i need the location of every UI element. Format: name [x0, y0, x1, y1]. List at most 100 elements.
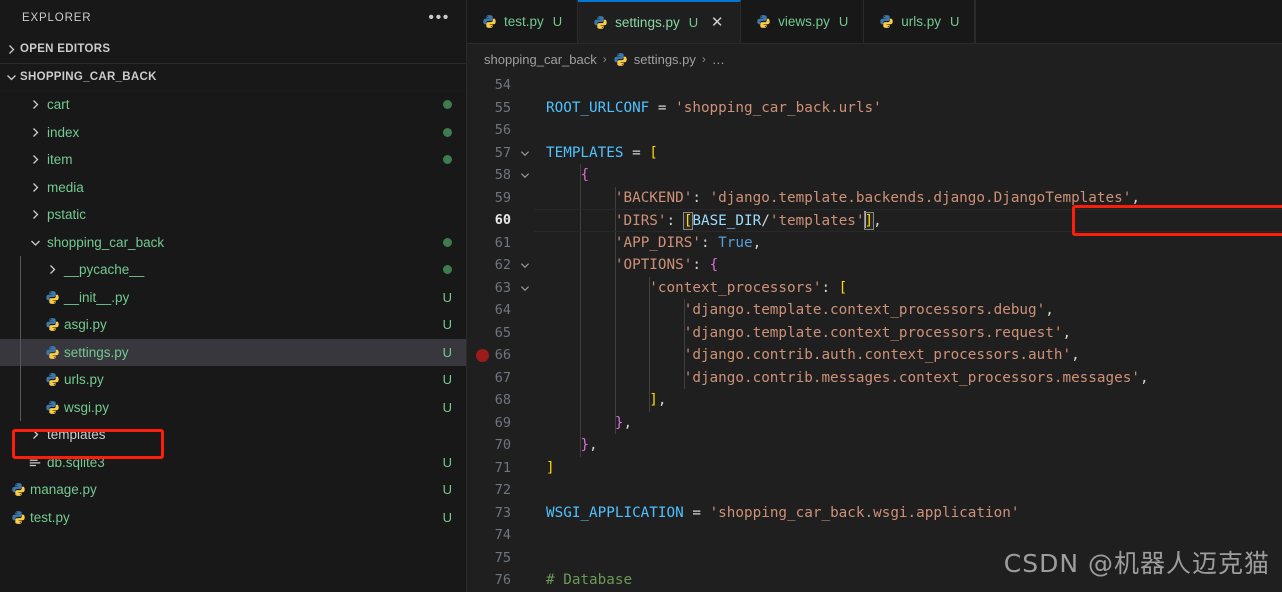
python-file-icon [42, 345, 62, 360]
line-number: 59 [494, 189, 511, 206]
chevron-right-icon [25, 127, 45, 138]
tab-views-py[interactable]: views.py U [741, 0, 865, 43]
code-line[interactable]: 55 ROOT_URLCONF = 'shopping_car_back.urls… [467, 97, 1282, 120]
fold-chevron-down-icon[interactable] [515, 170, 534, 180]
line-number: 72 [494, 482, 511, 499]
code-line[interactable]: 60 'DIRS': [BASE_DIR/'templates'], [467, 209, 1282, 232]
tree-item-media[interactable]: media [0, 174, 466, 202]
tree-item-test-py[interactable]: test.py U [0, 504, 466, 532]
tab-settings-py[interactable]: settings.py U ✕ [578, 0, 742, 43]
line-number: 75 [494, 549, 511, 566]
code-line[interactable]: 61 'APP_DIRS': True, [467, 232, 1282, 255]
tree-item-item[interactable]: item [0, 146, 466, 174]
file-tree: cart index item media pstatic shopping_car_ba… [0, 91, 466, 531]
tree-item-urls-py[interactable]: urls.py U [0, 366, 466, 394]
tree-item-label: db.sqlite3 [47, 454, 105, 470]
chevron-right-icon [30, 429, 41, 440]
fold-chevron-down-icon[interactable] [515, 148, 534, 158]
line-number: 76 [494, 572, 511, 589]
explorer-header: EXPLORER ••• [0, 0, 466, 35]
chevron-right-icon [30, 127, 41, 138]
tree-item-label: urls.py [64, 372, 104, 388]
code-line[interactable]: 70 }, [467, 434, 1282, 457]
code-line[interactable]: 66 'django.contrib.auth.context_processo… [467, 344, 1282, 367]
breadcrumb-more[interactable]: … [712, 52, 725, 67]
breadcrumb: shopping_car_back › settings.py › … [467, 44, 1282, 74]
code-text: }, [580, 437, 598, 454]
tab-urls-py[interactable]: urls.py U [864, 0, 976, 43]
tab-label: settings.py [615, 14, 680, 30]
tree-item-index[interactable]: index [0, 119, 466, 147]
tree-item---init---py[interactable]: __init__.py U [0, 284, 466, 312]
tree-item-wsgi-py[interactable]: wsgi.py U [0, 394, 466, 422]
code-line[interactable]: 69 }, [467, 412, 1282, 435]
tab-test-py[interactable]: test.py U [467, 0, 579, 43]
line-number: 54 [494, 77, 511, 94]
python-file-icon [482, 14, 497, 29]
close-icon[interactable]: ✕ [709, 13, 725, 31]
tree-item-cart[interactable]: cart [0, 91, 466, 119]
tree-item-asgi-py[interactable]: asgi.py U [0, 311, 466, 339]
tree-item-db-sqlite3[interactable]: db.sqlite3 U [0, 449, 466, 477]
tree-item-label: test.py [30, 509, 70, 525]
tree-item-label: pstatic [47, 207, 87, 223]
line-number: 55 [494, 99, 511, 116]
fold-chevron-down-icon[interactable] [515, 260, 534, 270]
tree-item-label: shopping_car_back [47, 234, 165, 250]
tree-item-label: templates [47, 427, 106, 443]
breadcrumb-project[interactable]: shopping_car_back [484, 52, 597, 67]
code-line[interactable]: 68 ], [467, 389, 1282, 412]
tree-item---pycache--[interactable]: __pycache__ [0, 256, 466, 284]
line-number: 63 [494, 279, 511, 296]
code-text: 'APP_DIRS': True, [614, 234, 762, 251]
git-status-badge: U [442, 344, 452, 360]
tree-item-templates[interactable]: templates [0, 421, 466, 449]
page-title: EXPLORER [22, 11, 92, 24]
git-modified-dot [443, 100, 452, 110]
tab-status-badge: U [838, 14, 849, 29]
fold-chevron-down-icon[interactable] [515, 283, 534, 293]
code-line[interactable]: 54 [467, 74, 1282, 97]
chevron-down-icon [25, 237, 45, 248]
code-line[interactable]: 65 'django.template.context_processors.r… [467, 322, 1282, 345]
tree-item-settings-py[interactable]: settings.py U [0, 338, 466, 366]
tree-item-shopping-car-back[interactable]: shopping_car_back [0, 229, 466, 257]
sidebar-section-open-editors[interactable]: OPEN EDITORS [0, 35, 466, 63]
code-line[interactable]: 63 'context_processors': [ [467, 277, 1282, 300]
code-line[interactable]: 67 'django.contrib.messages.context_proc… [467, 367, 1282, 390]
code-line[interactable]: 76 # Database [467, 569, 1282, 592]
code-line[interactable]: 64 'django.template.context_processors.d… [467, 299, 1282, 322]
chevron-right-icon [47, 264, 58, 275]
code-editor[interactable]: 54 55 ROOT_URLCONF = 'shopping_car_back.ur… [467, 74, 1282, 592]
breakpoint-icon[interactable] [476, 348, 489, 362]
code-line[interactable]: 71] [467, 457, 1282, 480]
code-text: 'django.template.context_processors.debu… [683, 302, 1054, 319]
code-line[interactable]: 72 [467, 479, 1282, 502]
python-file-icon [45, 372, 60, 387]
code-line[interactable]: 73 WSGI_APPLICATION = 'shopping_car_back.… [467, 502, 1282, 525]
python-file-icon [879, 14, 894, 29]
code-text: }, [614, 414, 633, 431]
tree-item-pstatic[interactable]: pstatic [0, 201, 466, 229]
code-text: 'DIRS': [BASE_DIR/'templates'], [614, 211, 882, 231]
sidebar-section-shopping-car-back[interactable]: SHOPPING_CAR_BACK [0, 63, 466, 91]
more-actions-icon[interactable]: ••• [426, 9, 452, 26]
tree-item-manage-py[interactable]: manage.py U [0, 476, 466, 504]
tree-item-label: __pycache__ [64, 262, 145, 278]
chevron-right-icon [30, 182, 41, 193]
code-line[interactable]: 75 [467, 547, 1282, 570]
indent-guide [649, 276, 651, 412]
code-line[interactable]: 57 TEMPLATES = [ [467, 142, 1282, 165]
python-file-icon [42, 400, 62, 415]
breadcrumb-file[interactable]: settings.py [634, 52, 696, 67]
git-status-badge: U [442, 317, 452, 333]
code-text: 'django.contrib.messages.context_process… [683, 369, 1149, 386]
code-line[interactable]: 62 'OPTIONS': { [467, 254, 1282, 277]
chevron-right-icon [3, 41, 20, 57]
code-line[interactable]: 56 [467, 119, 1282, 142]
python-file-icon [482, 14, 497, 29]
line-number: 61 [494, 234, 511, 251]
code-line[interactable]: 59 'BACKEND': 'django.template.backends.… [467, 187, 1282, 210]
code-line[interactable]: 74 [467, 524, 1282, 547]
code-line[interactable]: 58 { [467, 164, 1282, 187]
